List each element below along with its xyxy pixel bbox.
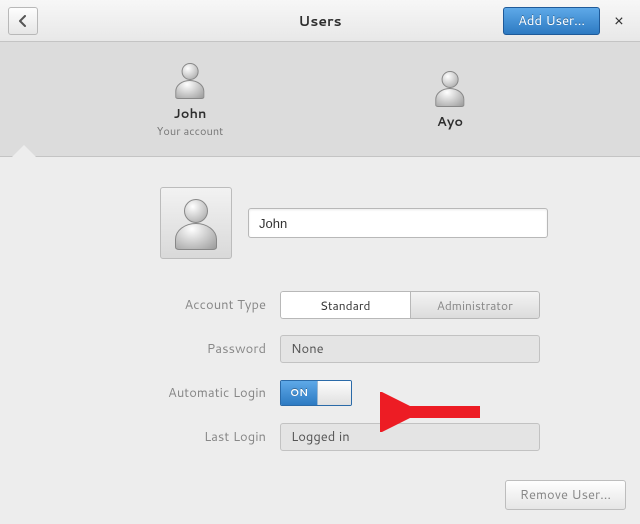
automatic-login-switch[interactable]: ON <box>280 380 352 406</box>
account-type-toggle: Standard Administrator <box>280 291 540 319</box>
close-button[interactable]: × <box>606 7 632 35</box>
add-user-button[interactable]: Add User... <box>503 7 600 35</box>
user-entry-john[interactable]: John Your account <box>115 59 265 139</box>
avatar-icon <box>429 67 471 109</box>
account-type-standard[interactable]: Standard <box>280 291 410 319</box>
password-label: Password <box>0 340 280 358</box>
avatar-icon <box>169 59 211 101</box>
account-type-label: Account Type <box>0 296 280 314</box>
back-button[interactable] <box>8 7 38 35</box>
remove-user-button[interactable]: Remove User... <box>505 480 626 510</box>
account-type-administrator[interactable]: Administrator <box>410 291 541 319</box>
chevron-left-icon <box>18 15 28 27</box>
name-input[interactable] <box>248 208 548 238</box>
selection-indicator <box>12 145 36 157</box>
password-field[interactable]: None <box>280 335 540 363</box>
last-login-field: Logged in <box>280 423 540 451</box>
last-login-label: Last Login <box>0 428 280 446</box>
user-detail-panel: Account Type Standard Administrator Pass… <box>0 157 640 455</box>
user-subtitle: Your account <box>115 123 265 139</box>
avatar-large[interactable] <box>160 187 232 259</box>
header-bar: Users Add User... × <box>0 0 640 42</box>
switch-on-text: ON <box>281 381 317 405</box>
automatic-login-label: Automatic Login <box>0 384 280 402</box>
user-name-label: Ayo <box>375 113 525 131</box>
user-entry-ayo[interactable]: Ayo <box>375 67 525 131</box>
switch-knob <box>317 381 351 405</box>
user-selector: John Your account Ayo <box>0 42 640 157</box>
user-name-label: John <box>115 105 265 123</box>
